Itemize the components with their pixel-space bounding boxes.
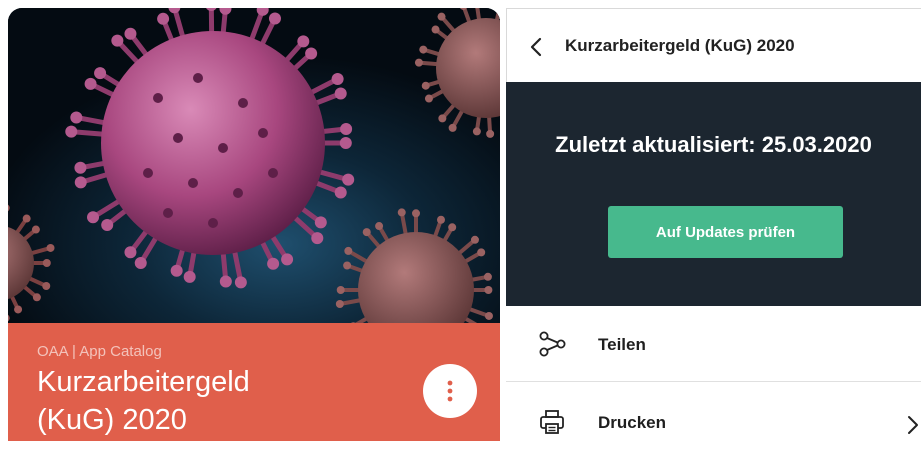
app-card[interactable]: OAA | App Catalog Kurzarbeitergeld (KuG)…	[8, 8, 500, 441]
printer-icon	[538, 408, 566, 436]
page-title: Kurzarbeitergeld (KuG) 2020	[565, 36, 795, 56]
more-options-button[interactable]	[423, 364, 477, 418]
card-title-line-1: Kurzarbeitergeld	[37, 363, 397, 401]
chevron-left-icon[interactable]	[527, 36, 547, 58]
last-updated-text: Zuletzt aktualisiert: 25.03.2020	[506, 132, 921, 158]
check-updates-button[interactable]: Auf Updates prüfen	[608, 206, 843, 258]
card-publisher: OAA | App Catalog	[37, 343, 162, 360]
panel-header: Kurzarbeitergeld (KuG) 2020	[506, 8, 921, 82]
app-detail-panel: Kurzarbeitergeld (KuG) 2020 Zuletzt aktu…	[506, 8, 921, 441]
virus-image	[8, 8, 500, 323]
menu-item-print[interactable]: Drucken	[506, 383, 921, 459]
menu-item-share[interactable]: Teilen	[506, 306, 921, 382]
menu-item-label: Teilen	[598, 335, 646, 355]
card-title: Kurzarbeitergeld (KuG) 2020	[37, 363, 397, 439]
card-title-line-2: (KuG) 2020	[37, 401, 397, 439]
more-vertical-icon	[447, 380, 453, 402]
chevron-right-icon	[906, 414, 920, 436]
card-footer: OAA | App Catalog Kurzarbeitergeld (KuG)…	[8, 323, 500, 441]
update-section: Zuletzt aktualisiert: 25.03.2020 Auf Upd…	[506, 82, 921, 306]
share-icon	[538, 330, 566, 358]
menu-item-label: Drucken	[598, 413, 666, 433]
